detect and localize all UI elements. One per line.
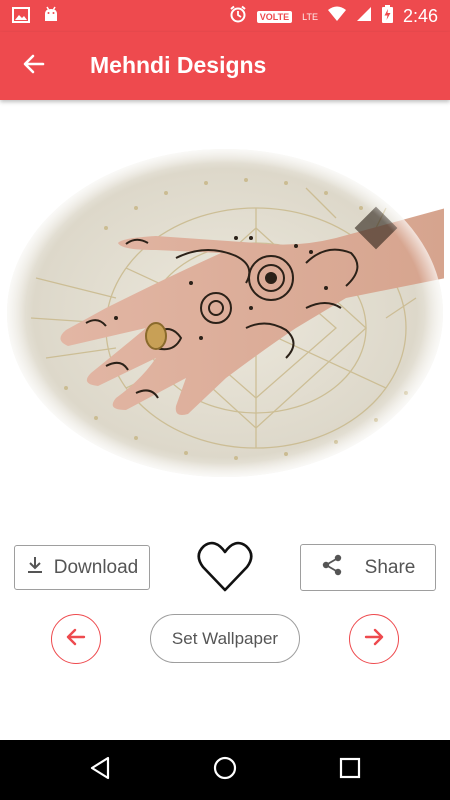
nav-home-button[interactable] xyxy=(209,754,241,786)
wifi-icon xyxy=(327,6,346,27)
status-bar: VOLTE LTE 2:46 xyxy=(0,0,450,32)
volte-badge: VOLTE xyxy=(256,10,293,23)
next-image-button[interactable] xyxy=(349,614,399,664)
download-icon xyxy=(26,556,44,580)
previous-image-button[interactable] xyxy=(51,614,101,664)
arrow-right-icon xyxy=(363,626,385,653)
alarm-icon xyxy=(229,5,247,28)
status-time: 2:46 xyxy=(402,6,438,26)
triangle-back-icon xyxy=(89,756,111,785)
android-notification-icon xyxy=(42,6,60,29)
app-bar: Mehndi Designs xyxy=(0,32,450,100)
circle-home-icon xyxy=(212,755,238,786)
signal-icon xyxy=(356,6,372,27)
lte-label: LTE xyxy=(302,11,318,22)
set-wallpaper-button[interactable]: Set Wallpaper xyxy=(150,614,300,663)
square-recents-icon xyxy=(339,757,361,784)
back-button[interactable] xyxy=(14,46,54,86)
favorite-button[interactable] xyxy=(196,540,254,594)
image-notification-icon xyxy=(12,7,30,28)
arrow-left-icon xyxy=(65,626,87,653)
page-title: Mehndi Designs xyxy=(90,52,267,78)
battery-charging-icon xyxy=(381,5,393,28)
share-icon xyxy=(321,554,343,582)
set-wallpaper-label: Set Wallpaper xyxy=(171,628,279,648)
download-label: Download xyxy=(53,556,139,578)
nav-recents-button[interactable] xyxy=(334,754,366,786)
nav-back-button[interactable] xyxy=(84,754,116,786)
henna-hand-photo xyxy=(6,148,446,478)
share-label: Share xyxy=(364,556,416,578)
heart-icon xyxy=(196,541,254,598)
arrow-left-icon xyxy=(23,53,45,80)
system-nav-bar xyxy=(0,740,450,800)
share-button[interactable]: Share xyxy=(300,544,436,591)
download-button[interactable]: Download xyxy=(14,545,150,590)
